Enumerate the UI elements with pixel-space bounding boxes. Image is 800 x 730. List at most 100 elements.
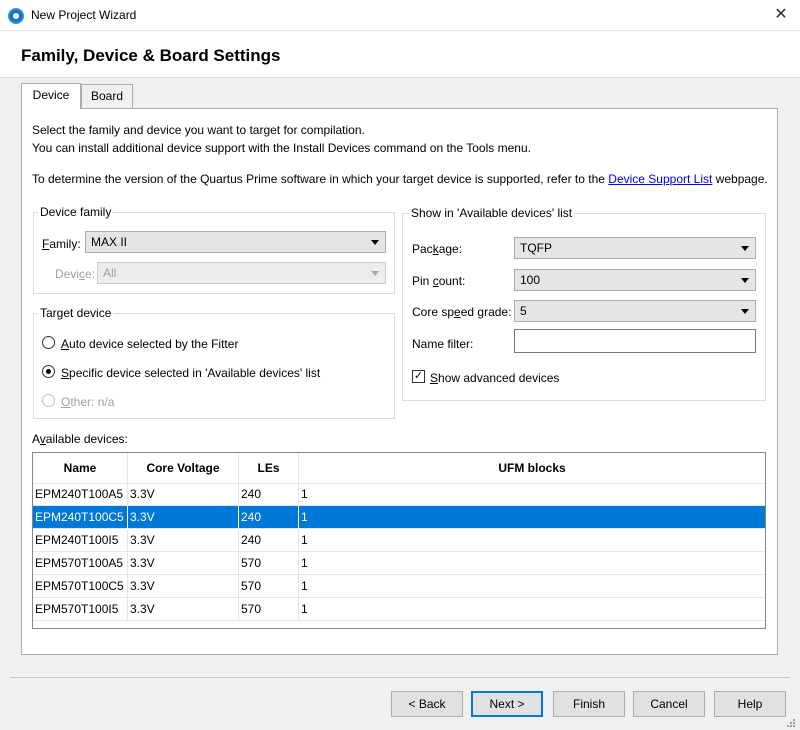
pin-count-select[interactable]: 100 [514, 269, 756, 291]
cancel-button-label: Cancel [650, 697, 688, 711]
cell-les: 240 [239, 483, 299, 506]
speed-grade-select-value: 5 [520, 304, 527, 318]
chevron-down-icon [741, 278, 749, 283]
column-header-name[interactable]: Name [33, 453, 128, 484]
device-label: Device: [55, 267, 95, 281]
speed-grade-label-mnemonic: e [454, 305, 461, 319]
intro-line-3: To determine the version of the Quartus … [32, 172, 768, 186]
cell-les: 240 [239, 506, 299, 529]
show-advanced-rest: how advanced devices [438, 371, 560, 385]
family-select[interactable]: MAX II [85, 231, 386, 253]
table-row-selected[interactable]: EPM240T100C5 3.3V 240 1 [33, 506, 765, 529]
speed-grade-label-pre: Core sp [412, 305, 455, 319]
cell-name: EPM570T100C5 [33, 575, 128, 598]
cell-name: EPM240T100C5 [33, 506, 128, 529]
chevron-down-icon [741, 309, 749, 314]
cell-ufm-blocks: 1 [301, 579, 308, 593]
filter-group-label: Show in 'Available devices' list [409, 206, 575, 220]
intro-line-3-prefix: To determine the version of the Quartus … [32, 172, 609, 186]
target-device-group-label: Target device [38, 306, 114, 320]
device-select-value: All [103, 266, 117, 280]
cell-les: 240 [239, 529, 299, 552]
pin-count-select-value: 100 [520, 273, 541, 287]
resize-grip-icon[interactable] [786, 718, 796, 728]
auto-device-radio[interactable] [42, 336, 55, 349]
package-label-post: age: [438, 242, 463, 256]
device-family-group-label: Device family [38, 205, 114, 219]
show-advanced-checkbox[interactable]: ✓ [412, 370, 425, 383]
cell-ufm-blocks: 1 [301, 510, 308, 524]
cell-name: EPM570T100A5 [33, 552, 128, 575]
device-label-post: e: [85, 267, 96, 281]
cell-les: 570 [239, 575, 299, 598]
cell-les: 570 [239, 552, 299, 575]
back-button-label: < Back [408, 697, 446, 711]
chevron-down-icon [371, 240, 379, 245]
available-devices-label-pre: A [32, 432, 40, 446]
finish-button-label: Finish [572, 697, 605, 711]
show-advanced-label[interactable]: Show advanced devices [430, 371, 559, 385]
column-header-ufm-blocks[interactable]: UFM blocks [299, 453, 765, 484]
footer-separator [10, 677, 790, 678]
device-select: All [97, 262, 386, 284]
specific-device-radio[interactable] [42, 365, 55, 378]
specific-device-rest: pecific device selected in 'Available de… [69, 366, 321, 380]
table-row[interactable]: EPM570T100I5 3.3V 570 1 [33, 598, 765, 621]
window-title: New Project Wizard [31, 8, 137, 22]
pin-count-label: Pin count: [412, 274, 465, 288]
table-row[interactable]: EPM570T100A5 3.3V 570 1 [33, 552, 765, 575]
cell-ufm-blocks: 1 [301, 487, 308, 501]
device-label-pre: Devi [55, 267, 80, 281]
page-title: Family, Device & Board Settings [21, 46, 281, 65]
finish-button[interactable]: Finish [553, 691, 625, 717]
other-device-rest: ther: [70, 395, 95, 409]
intro-line-3-suffix: webpage. [712, 172, 768, 186]
specific-device-label[interactable]: Specific device selected in 'Available d… [61, 366, 320, 380]
next-button[interactable]: Next > [471, 691, 543, 717]
cancel-button[interactable]: Cancel [633, 691, 705, 717]
package-select-value: TQFP [520, 241, 552, 255]
cell-core-voltage: 3.3V [128, 483, 239, 506]
next-button-label: Next > [489, 697, 525, 711]
speed-grade-select[interactable]: 5 [514, 300, 756, 322]
available-devices-label: Available devices: [32, 432, 128, 446]
other-device-radio [42, 394, 55, 407]
speed-grade-label: Core speed grade: [412, 305, 511, 319]
cell-core-voltage: 3.3V [128, 598, 239, 621]
cell-ufm-blocks: 1 [301, 556, 308, 570]
tab-device[interactable]: Device [21, 83, 81, 109]
cell-core-voltage: 3.3V [128, 506, 239, 529]
pin-count-label-pre: Pin [412, 274, 433, 288]
back-button[interactable]: < Back [391, 691, 463, 717]
available-devices-table[interactable]: Name Core Voltage LEs UFM blocks EPM240T… [32, 452, 766, 629]
table-row[interactable]: EPM240T100I5 3.3V 240 1 [33, 529, 765, 552]
table-row[interactable]: EPM570T100C5 3.3V 570 1 [33, 575, 765, 598]
family-label: Family: [42, 237, 81, 251]
close-window-button[interactable]: ✕ [764, 2, 798, 28]
available-devices-label-post: ailable devices: [45, 432, 128, 446]
package-select[interactable]: TQFP [514, 237, 756, 259]
package-label: Package: [412, 242, 462, 256]
device-support-list-link[interactable]: Device Support List [608, 172, 712, 186]
column-header-core-voltage[interactable]: Core Voltage [128, 453, 239, 484]
family-label-rest: amily: [49, 237, 81, 251]
cell-core-voltage: 3.3V [128, 552, 239, 575]
cell-les: 570 [239, 598, 299, 621]
column-header-les[interactable]: LEs [239, 453, 299, 484]
package-label-pre: Pac [412, 242, 433, 256]
intro-line-1: Select the family and device you want to… [32, 123, 365, 137]
tab-board[interactable]: Board [81, 84, 133, 108]
auto-device-label[interactable]: Auto device selected by the Fitter [61, 337, 238, 351]
show-advanced-mnemonic: S [430, 371, 439, 385]
name-filter-input[interactable] [514, 329, 756, 353]
help-button-label: Help [737, 697, 763, 711]
auto-device-rest: uto device selected by the Fitter [69, 337, 239, 351]
chevron-down-icon [741, 246, 749, 251]
chevron-down-icon [371, 271, 379, 276]
name-filter-label: Name filter: [412, 337, 474, 351]
auto-device-mnemonic: A [61, 337, 70, 351]
table-row[interactable]: EPM240T100A5 3.3V 240 1 [33, 483, 765, 506]
speed-grade-label-post: ed grade: [460, 305, 512, 319]
cell-ufm-blocks: 1 [301, 602, 308, 616]
help-button[interactable]: Help [714, 691, 786, 717]
